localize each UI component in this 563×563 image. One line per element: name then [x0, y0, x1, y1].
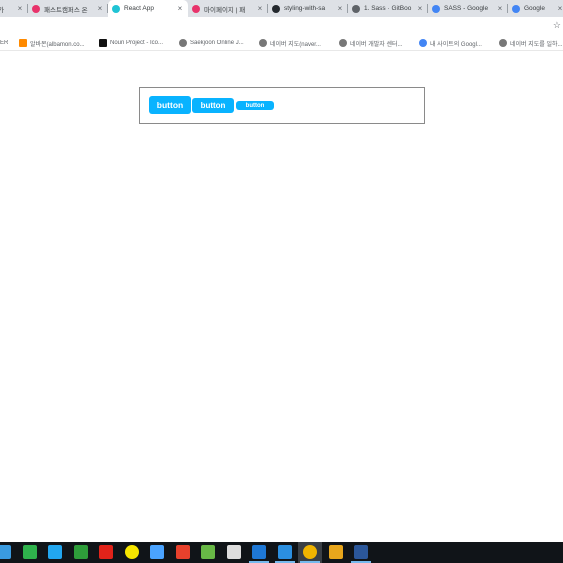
- remote-desktop-icon[interactable]: [252, 545, 266, 559]
- tab-1[interactable]: 패스트캠퍼스 온 ×: [28, 0, 108, 17]
- tab-label: React App: [124, 5, 154, 12]
- box-icon[interactable]: [48, 545, 62, 559]
- tab-close-icon[interactable]: ×: [556, 4, 563, 13]
- bookmark-item[interactable]: Noun Project - Ico...: [99, 38, 175, 48]
- chrome-icon[interactable]: [303, 545, 317, 559]
- google-icon: [419, 39, 427, 47]
- nounproject-icon: [99, 39, 107, 47]
- leaf-icon[interactable]: [73, 545, 88, 559]
- tab-close-icon[interactable]: ×: [416, 4, 424, 13]
- photos-icon[interactable]: [22, 545, 37, 559]
- tab-label: styling-with-sa: [284, 5, 326, 12]
- github-icon: [272, 4, 280, 13]
- tab-close-icon[interactable]: ×: [496, 4, 504, 13]
- bookmark-label: Noun Project - Ico...: [110, 40, 164, 46]
- browser-toolbar: ☆: [0, 17, 563, 35]
- bookmark-label: 내 사이트의 Googl...: [430, 41, 482, 48]
- node-icon[interactable]: [201, 545, 215, 559]
- tab-label: 마이페이지 | 패: [204, 6, 246, 14]
- tab-4[interactable]: styling-with-sa ×: [268, 0, 348, 17]
- tab-close-icon[interactable]: ×: [176, 4, 184, 13]
- fastcampus-icon: [192, 4, 200, 13]
- medium-button[interactable]: button: [192, 98, 234, 113]
- bookmark-item[interactable]: 네이버 개발자 센터...: [339, 38, 415, 48]
- bookmark-star-icon[interactable]: ☆: [553, 20, 561, 31]
- bookmark-label: 네이버 지도를 일하...: [510, 41, 563, 48]
- tab-6[interactable]: SASS - Google ×: [428, 0, 508, 17]
- tab-5[interactable]: 1. Sass · GitBoo ×: [348, 0, 428, 17]
- tab-label: 가: [0, 6, 4, 14]
- bookmark-label: 네이버 지도(naver...: [270, 41, 321, 48]
- tab-close-icon[interactable]: ×: [256, 4, 264, 13]
- vscode-icon[interactable]: [277, 545, 292, 559]
- albamon-icon: [19, 39, 27, 47]
- word-icon[interactable]: [354, 545, 368, 559]
- page-content: button button button: [0, 51, 563, 542]
- kakaotalk-icon[interactable]: [124, 545, 139, 559]
- tab-7[interactable]: Google ×: [508, 0, 563, 17]
- shield-icon[interactable]: [175, 545, 190, 559]
- start-icon[interactable]: [0, 545, 11, 559]
- browser-tabstrip: 가 × 패스트캠퍼스 온 × React App × 마이페이지 | 패 × styling-w…: [0, 0, 563, 17]
- bookmark-label: VER: [0, 40, 9, 46]
- globe-icon: [179, 39, 187, 47]
- globe-icon: [259, 39, 267, 47]
- bookmark-item[interactable]: 네이버 지도를 일하...: [499, 38, 563, 48]
- google-icon: [432, 4, 440, 13]
- tab-close-icon[interactable]: ×: [96, 4, 104, 13]
- bookmark-item[interactable]: 내 사이트의 Googl...: [419, 38, 495, 48]
- mail-icon[interactable]: [150, 545, 164, 559]
- book-icon: [352, 4, 360, 13]
- small-button[interactable]: button: [236, 101, 274, 110]
- tab-label: Google: [524, 5, 545, 12]
- fastcampus-icon: [32, 4, 40, 13]
- tab-label: 1. Sass · GitBoo: [364, 5, 412, 12]
- tab-label: 패스트캠퍼스 온: [44, 6, 88, 14]
- bookmark-item[interactable]: 네이버 지도(naver...: [259, 38, 335, 48]
- globe-icon: [339, 39, 347, 47]
- bookmark-item[interactable]: 알바몬(albamon.co...: [19, 38, 95, 48]
- tab-2[interactable]: React App ×: [108, 0, 188, 17]
- large-button[interactable]: button: [149, 96, 191, 114]
- bookmark-label: Saekjoon Online J...: [190, 40, 244, 46]
- google-icon: [512, 4, 520, 13]
- windows-taskbar: [0, 542, 563, 563]
- bookmark-label: 알바몬(albamon.co...: [30, 41, 85, 48]
- unity-icon[interactable]: [226, 545, 241, 559]
- tab-close-icon[interactable]: ×: [16, 4, 24, 13]
- tab-close-icon[interactable]: ×: [336, 4, 344, 13]
- sourcetree-icon[interactable]: [328, 545, 343, 559]
- bookmarks-bar: VER 알바몬(albamon.co... Noun Project - Ico..…: [0, 35, 563, 51]
- tab-3[interactable]: 마이페이지 | 패 ×: [188, 0, 268, 17]
- acrobat-icon[interactable]: [99, 545, 113, 559]
- globe-icon: [499, 39, 507, 47]
- react-icon: [112, 4, 120, 13]
- tab-0[interactable]: 가 ×: [0, 0, 28, 17]
- bookmark-label: 네이버 개발자 센터...: [350, 41, 403, 48]
- tab-label: SASS - Google: [444, 5, 489, 12]
- bookmark-item[interactable]: Saekjoon Online J...: [179, 38, 255, 48]
- button-container: button button button: [139, 87, 425, 124]
